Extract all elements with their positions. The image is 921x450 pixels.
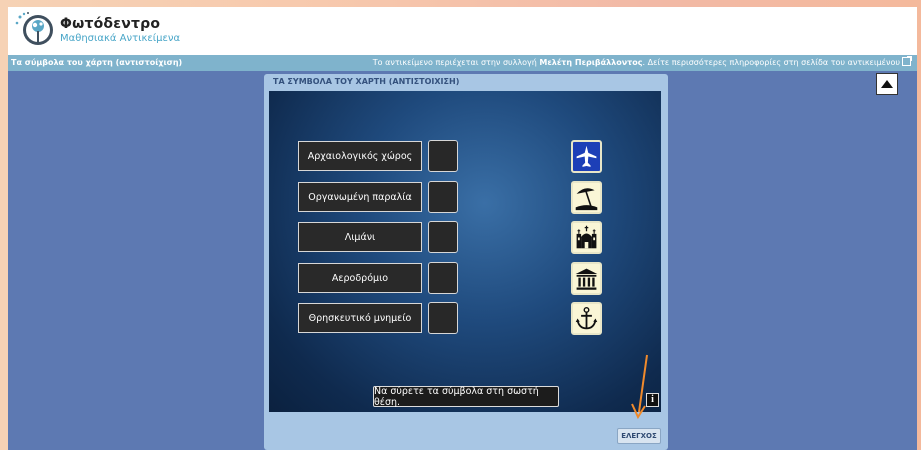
label-airport: Αεροδρόμιο — [298, 263, 422, 293]
drop-slot-5[interactable] — [428, 302, 458, 334]
scroll-to-top-button[interactable] — [876, 73, 898, 95]
photodentro-logo-icon[interactable] — [14, 11, 56, 49]
info-button[interactable]: i — [646, 393, 659, 407]
drop-slot-4[interactable] — [428, 262, 458, 294]
drop-slot-3[interactable] — [428, 221, 458, 253]
external-link-icon[interactable] — [902, 56, 912, 66]
airplane-icon[interactable] — [571, 140, 602, 173]
collection-text-prefix: Το αντικείμενο περιέχεται στην συλλογή — [372, 58, 537, 67]
check-button[interactable]: ΕΛΕΓΧΟΣ — [617, 428, 661, 444]
activity-title: ΤΑ ΣΥΜΒΟΛΑ ΤΟΥ ΧΑΡΤΗ (ΑΝΤΙΣΤΟΙΧΙΣΗ) — [273, 77, 460, 86]
activity-canvas: Αρχαιολογικός χώρος Οργανωμένη παραλία Λ… — [269, 91, 661, 412]
instruction-tooltip: Να σύρετε τα σύμβολα στη σωστή θέση. — [373, 386, 559, 408]
page-frame: Φωτόδεντρο Μαθησιακά Αντικείμενα Τα σύμβ… — [8, 7, 917, 450]
anchor-icon[interactable] — [571, 302, 602, 335]
site-subtitle: Μαθησιακά Αντικείμενα — [60, 33, 181, 44]
site-header: Φωτόδεντρο Μαθησιακά Αντικείμενα — [8, 7, 917, 55]
label-organized-beach: Οργανωμένη παραλία — [298, 182, 422, 212]
collection-name-link[interactable]: Μελέτη Περιβάλλοντος — [539, 58, 642, 67]
object-info-bar: Τα σύμβολα του χάρτη (αντιστοίχιση) Το α… — [8, 55, 917, 71]
collection-info: Το αντικείμενο περιέχεται στην συλλογή Μ… — [372, 55, 912, 71]
temple-icon[interactable] — [571, 262, 602, 295]
collection-text-suffix[interactable]: . Δείτε περισσότερες πληροφορίες στη σελ… — [643, 58, 900, 67]
label-port: Λιμάνι — [298, 222, 422, 252]
label-religious-monument: Θρησκευτικό μνημείο — [298, 303, 422, 333]
object-title: Τα σύμβολα του χάρτη (αντιστοίχιση) — [11, 58, 183, 67]
site-title[interactable]: Φωτόδεντρο — [60, 16, 160, 32]
drop-slot-1[interactable] — [428, 140, 458, 172]
church-icon[interactable] — [571, 221, 602, 254]
drop-slot-2[interactable] — [428, 181, 458, 213]
label-archaeological-site: Αρχαιολογικός χώρος — [298, 141, 422, 171]
activity-panel: ΤΑ ΣΥΜΒΟΛΑ ΤΟΥ ΧΑΡΤΗ (ΑΝΤΙΣΤΟΙΧΙΣΗ) Αρχα… — [264, 74, 668, 450]
beach-umbrella-icon[interactable] — [571, 181, 602, 214]
